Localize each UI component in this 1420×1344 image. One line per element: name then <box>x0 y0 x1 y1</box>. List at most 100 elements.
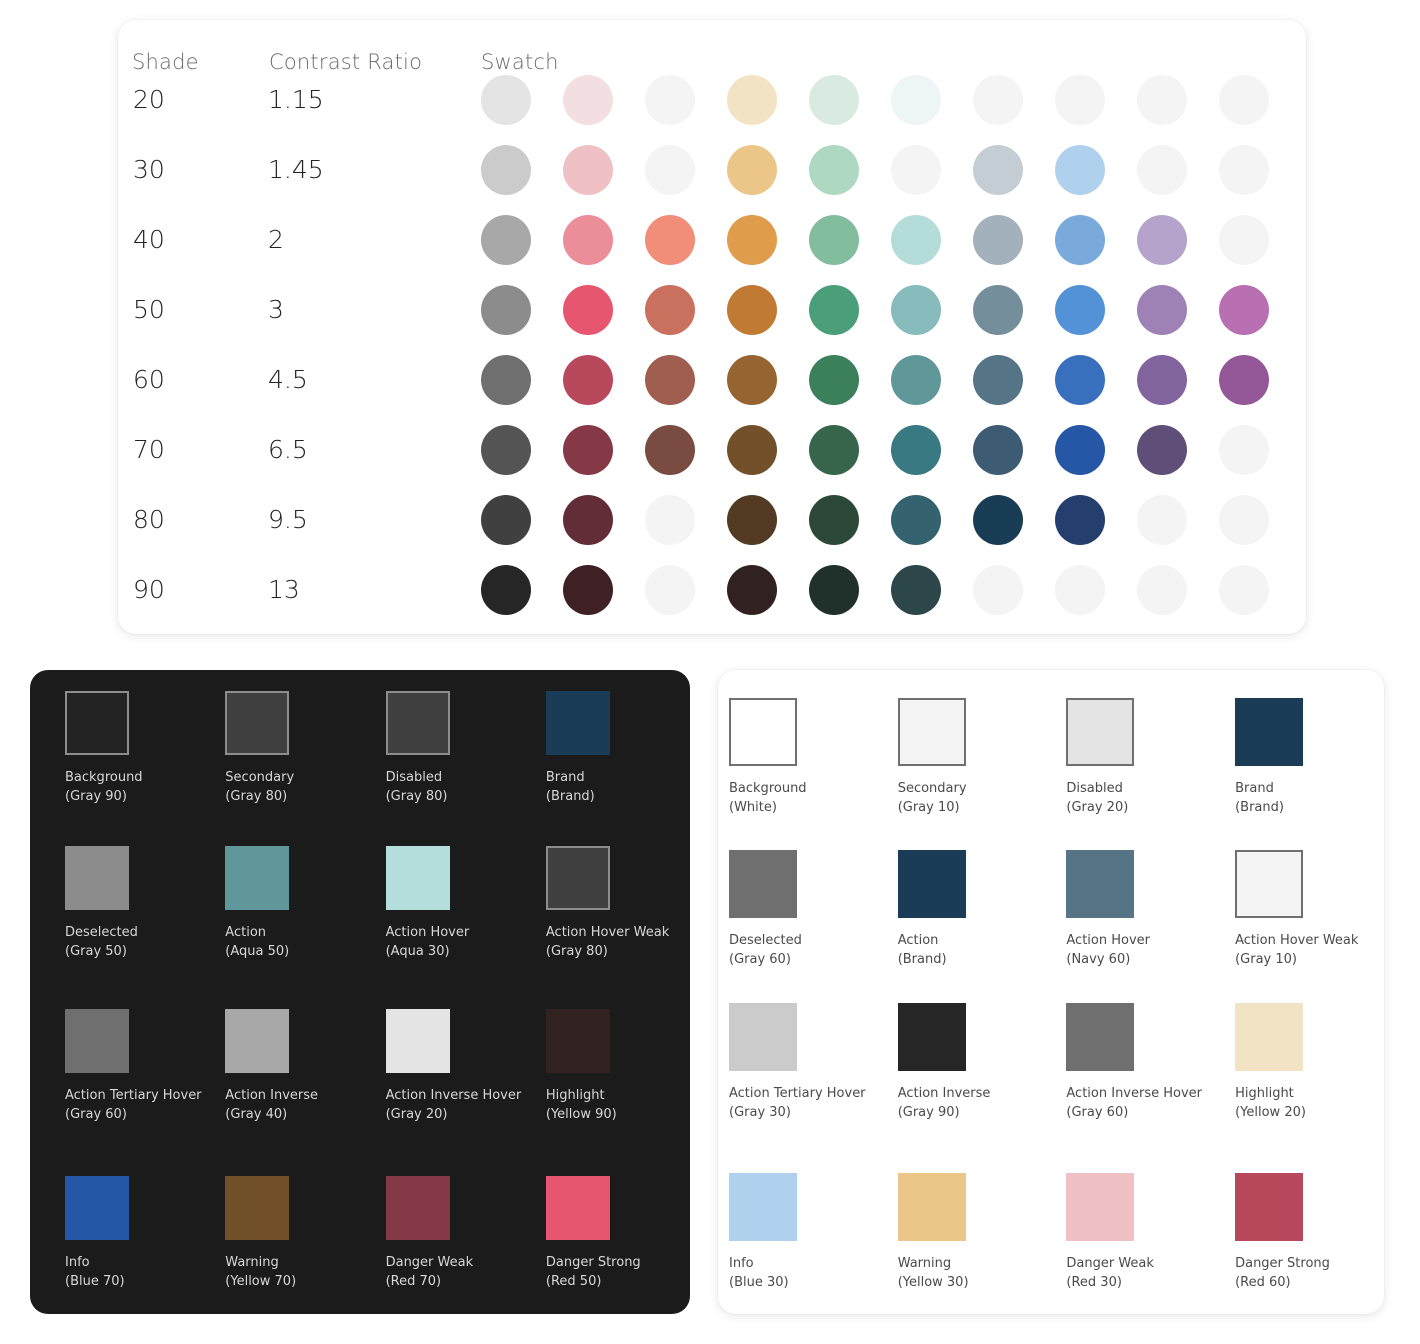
light-theme-panel: Background (White) Secondary (Gray 10) Disab… <box>718 670 1384 1314</box>
scale-row: 20 1.15 <box>118 75 1306 125</box>
contrast-ratio-value: 1.45 <box>268 155 324 184</box>
color-token-label: Action Hover Weak (Gray 80) <box>546 923 669 961</box>
color-swatch-dot <box>1137 285 1187 335</box>
color-token-swatch <box>1066 698 1135 766</box>
color-token-tile: Secondary (Gray 10) <box>897 698 967 817</box>
token-reference: (Gray 50) <box>65 944 127 959</box>
color-swatch-dot <box>727 425 777 475</box>
token-name: Action <box>225 925 267 940</box>
color-swatch-dot <box>481 145 531 195</box>
color-swatch-dot <box>809 355 859 405</box>
color-token-label: Info (Blue 30) <box>729 1254 797 1292</box>
token-reference: (Gray 90) <box>897 1105 960 1120</box>
color-token-swatch <box>385 1176 450 1240</box>
token-name: Highlight <box>1235 1086 1294 1101</box>
token-reference: (Gray 60) <box>729 952 791 967</box>
token-name: Background <box>65 770 143 785</box>
color-swatch-dot <box>645 425 695 475</box>
token-reference: (Red 60) <box>1235 1275 1291 1290</box>
token-name: Action Inverse Hover <box>1066 1086 1203 1101</box>
color-swatch-dot <box>563 75 613 125</box>
color-token-tile: Danger Weak (Red 70) <box>385 1176 473 1291</box>
color-swatch-dot <box>1219 215 1269 265</box>
color-token-tile: Disabled (Gray 20) <box>1066 698 1135 817</box>
color-swatch-dot <box>563 145 613 195</box>
color-token-tile: Highlight (Yellow 90) <box>545 1009 617 1124</box>
token-reference: (Gray 30) <box>729 1105 791 1120</box>
token-reference: (Gray 90) <box>65 789 127 804</box>
color-swatch-dot <box>645 145 695 195</box>
color-token-label: Action Hover (Navy 60) <box>1066 931 1150 969</box>
color-swatch-dot <box>973 75 1023 125</box>
color-scale-table: Shade Contrast Ratio Swatch 20 1.15 30 1.45… <box>118 20 1306 634</box>
color-token-swatch <box>385 846 450 910</box>
token-reference: (Navy 60) <box>1066 952 1131 967</box>
token-reference: (Blue 30) <box>729 1275 789 1290</box>
token-name: Background <box>729 781 807 796</box>
color-swatch-dot <box>1137 565 1187 615</box>
color-token-swatch <box>729 698 797 766</box>
color-token-tile: Action Inverse (Gray 90) <box>897 1003 991 1122</box>
token-reference: (Yellow 70) <box>225 1274 297 1289</box>
color-swatch-dot <box>1055 425 1105 475</box>
color-token-swatch <box>65 1009 129 1073</box>
color-swatch-dot <box>891 285 941 335</box>
color-token-label: Danger Strong (Red 60) <box>1235 1254 1330 1292</box>
color-swatch-dot <box>1137 75 1187 125</box>
color-swatch-dot <box>809 565 859 615</box>
token-name: Action Inverse <box>897 1086 991 1101</box>
contrast-ratio-value: 3 <box>268 295 284 324</box>
color-token-label: Brand (Brand) <box>546 768 610 806</box>
color-swatch-dot <box>645 75 695 125</box>
color-token-label: Action Tertiary Hover (Gray 30) <box>729 1084 866 1122</box>
color-swatch-dot <box>973 355 1023 405</box>
color-swatch-dot <box>481 285 531 335</box>
token-reference: (Yellow 90) <box>545 1107 617 1122</box>
color-swatch-dot <box>645 355 695 405</box>
color-token-tile: Action Tertiary Hover (Gray 30) <box>729 1003 866 1122</box>
header-contrast-ratio: Contrast Ratio <box>269 50 423 74</box>
color-swatch-dot <box>481 495 531 545</box>
token-name: Brand <box>545 770 585 785</box>
token-reference: (White) <box>729 800 777 815</box>
color-token-tile: Danger Strong (Red 60) <box>1235 1173 1330 1292</box>
token-reference: (Gray 80) <box>545 944 608 959</box>
token-name: Deselected <box>729 933 802 948</box>
token-name: Action Hover Weak <box>1235 933 1359 948</box>
contrast-ratio-value: 13 <box>268 575 300 604</box>
token-name: Highlight <box>545 1088 605 1103</box>
color-swatch-dot <box>1137 145 1187 195</box>
color-token-tile: Action Hover Weak (Gray 80) <box>545 846 669 961</box>
shade-value: 90 <box>133 575 165 604</box>
token-reference: (Blue 70) <box>65 1274 125 1289</box>
color-token-label: Action Inverse (Gray 90) <box>898 1084 991 1122</box>
token-reference: (Gray 20) <box>1066 800 1129 815</box>
color-swatch-dot <box>973 425 1023 475</box>
token-name: Secondary <box>897 781 967 796</box>
color-swatch-dot <box>809 425 859 475</box>
color-token-tile: Disabled (Gray 80) <box>385 691 450 806</box>
shade-value: 50 <box>133 295 165 324</box>
color-swatch-dot <box>1055 565 1105 615</box>
color-token-label: Action Inverse (Gray 40) <box>225 1086 318 1124</box>
color-swatch-dot <box>809 75 859 125</box>
shade-value: 20 <box>133 85 165 114</box>
token-name: Action Inverse Hover <box>385 1088 522 1103</box>
shade-value: 30 <box>133 155 165 184</box>
token-reference: (Aqua 50) <box>225 944 290 959</box>
color-swatch-dot <box>563 425 613 475</box>
token-name: Action Tertiary Hover <box>729 1086 866 1101</box>
color-token-label: Secondary (Gray 10) <box>898 779 967 817</box>
color-token-tile: Action Hover (Navy 60) <box>1066 850 1150 969</box>
token-reference: (Brand) <box>545 789 595 804</box>
color-token-swatch <box>1066 850 1135 918</box>
color-token-tile: Background (White) <box>729 698 807 817</box>
token-reference: (Yellow 30) <box>897 1275 969 1290</box>
color-swatch-dot <box>1055 145 1105 195</box>
token-name: Info <box>729 1256 754 1271</box>
token-name: Action Tertiary Hover <box>65 1088 202 1103</box>
color-token-tile: Info (Blue 30) <box>729 1173 797 1292</box>
color-token-label: Warning (Yellow 70) <box>225 1253 296 1291</box>
color-swatch-dot <box>563 565 613 615</box>
token-name: Disabled <box>385 770 443 785</box>
